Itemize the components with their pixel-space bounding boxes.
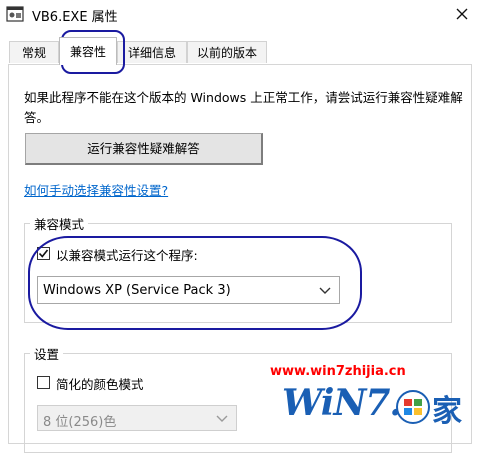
reduced-color-checkbox-label: 简化的颜色模式	[56, 377, 144, 392]
color-mode-select-value: 8 位(256)色	[43, 415, 117, 430]
watermark-logo: WiN7. 家	[280, 378, 476, 436]
annotation-compat-mode-circle	[28, 236, 362, 330]
color-mode-select[interactable]: 8 位(256)色	[37, 405, 237, 431]
tab-compatibility[interactable]: 兼容性	[59, 37, 117, 65]
windows-logo-icon	[396, 390, 430, 424]
settings-group-label: 设置	[30, 344, 64, 363]
watermark-logo-suffix: 家	[432, 394, 462, 429]
reduced-color-checkbox[interactable]	[37, 376, 50, 389]
compat-mode-group-label: 兼容模式	[30, 214, 89, 233]
chevron-down-icon	[216, 415, 228, 422]
manual-compat-settings-link[interactable]: 如何手动选择兼容性设置?	[24, 180, 168, 199]
watermark-logo-text: WiN7.	[282, 382, 402, 424]
compat-description: 如果此程序不能在这个版本的 Windows 上正常工作，请尝试运行兼容性疑难解答…	[24, 90, 463, 125]
tab-previous-versions[interactable]: 以前的版本	[187, 41, 267, 63]
window-title: VB6.EXE 属性	[32, 10, 118, 25]
run-troubleshooter-button[interactable]: 运行兼容性疑难解答	[25, 133, 263, 165]
watermark-url: www.win7zhijia.cn	[270, 364, 406, 379]
app-icon	[6, 6, 24, 22]
close-icon[interactable]	[452, 4, 472, 24]
tab-general[interactable]: 常规	[9, 41, 59, 63]
tab-details[interactable]: 详细信息	[117, 41, 187, 63]
